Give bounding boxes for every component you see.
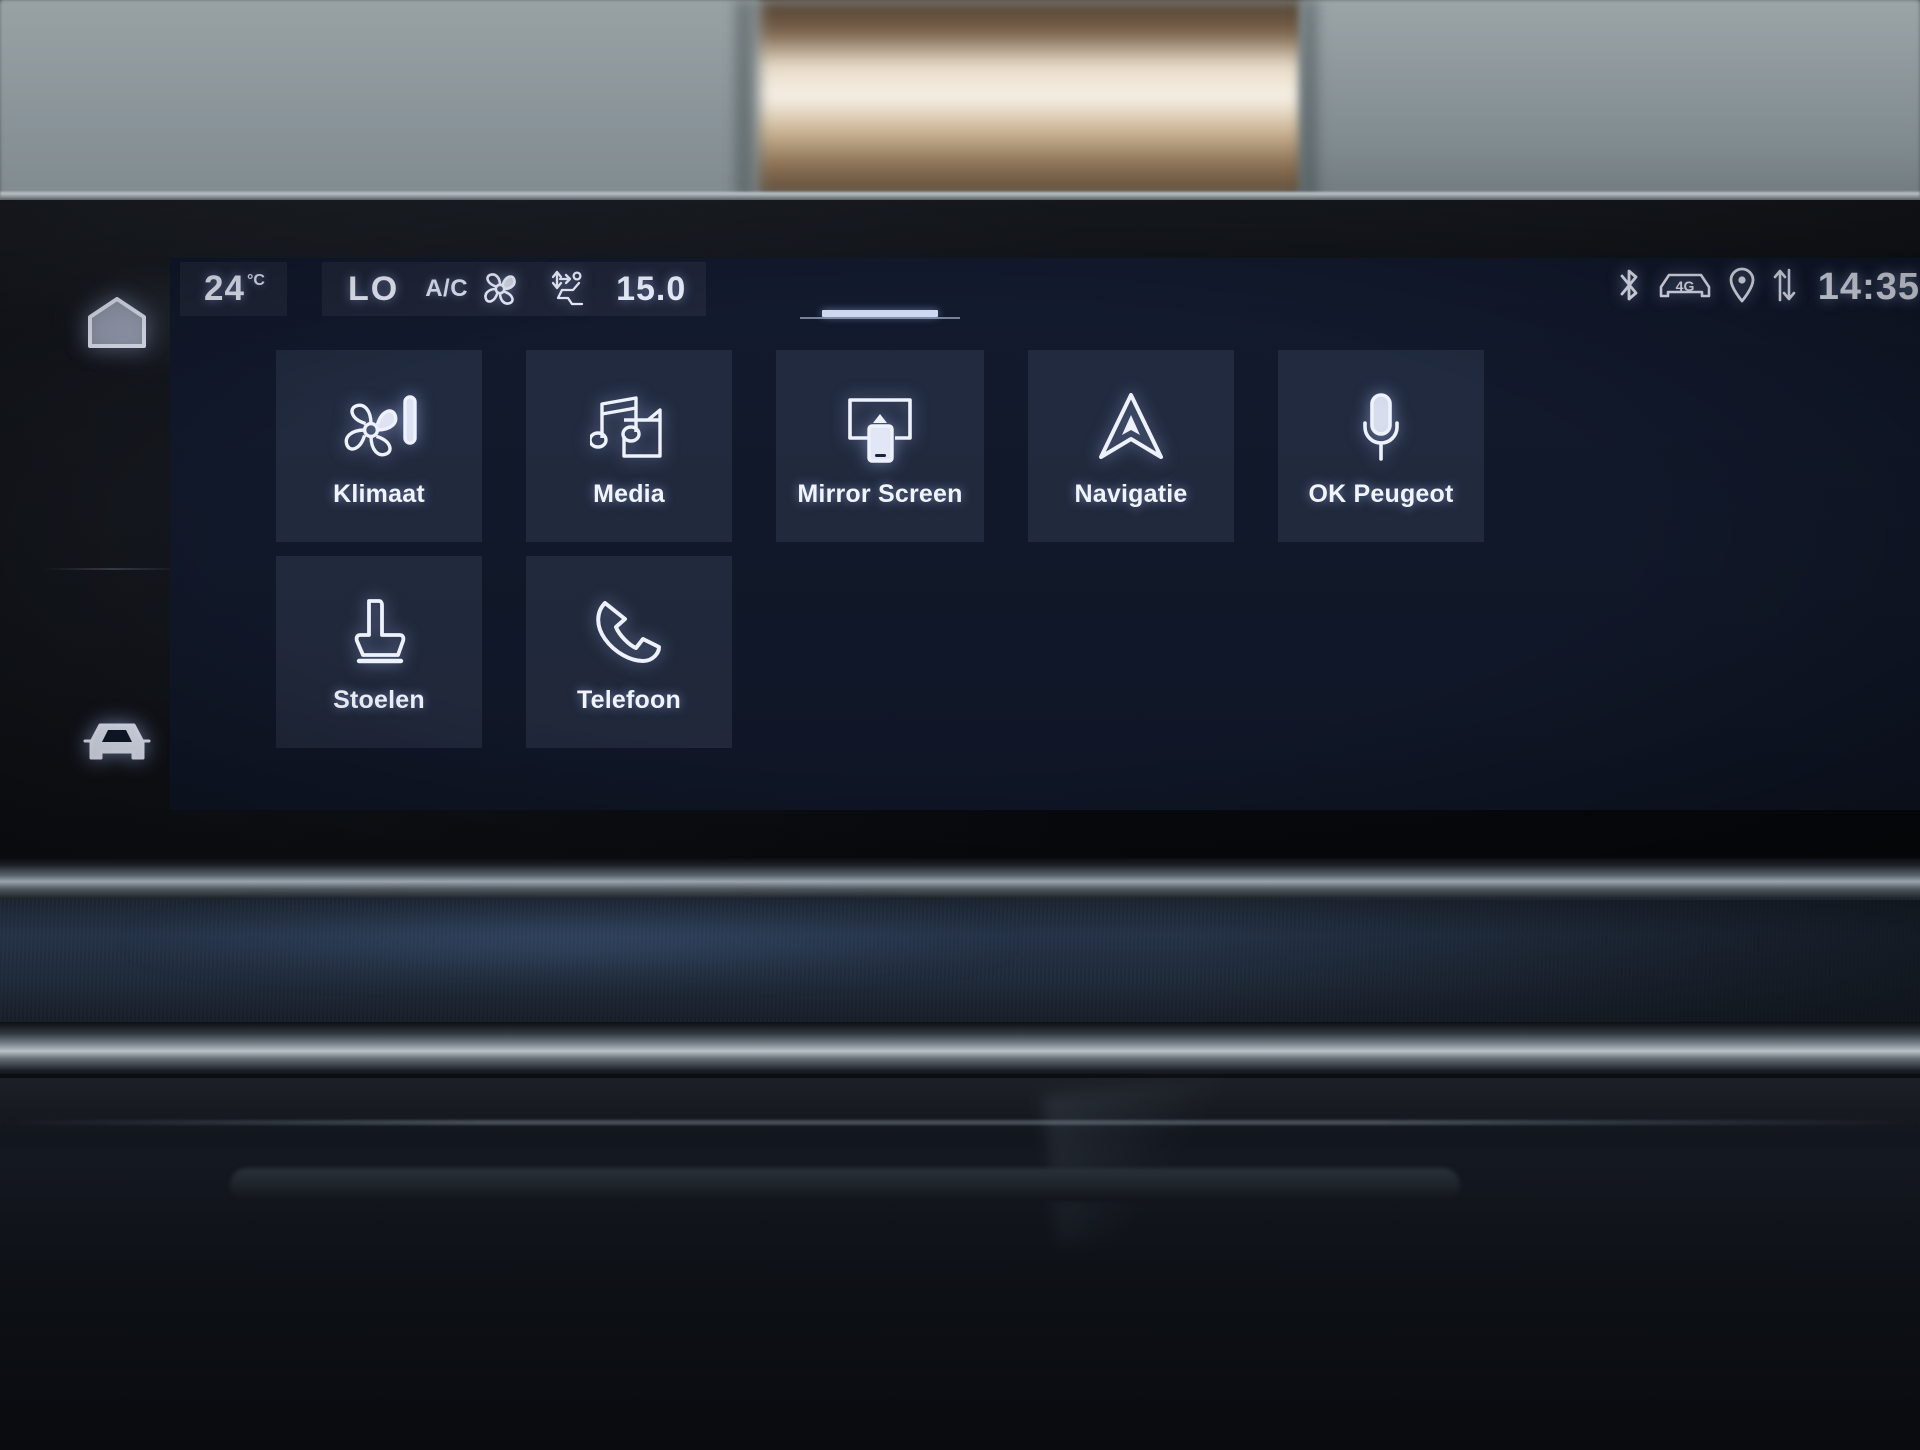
phone-handset-icon (591, 590, 667, 676)
tile-row-1: Klimaat Media Mirror Screen Navigatie OK… (276, 350, 1920, 542)
microphone-icon (1353, 384, 1409, 470)
driver-temperature-value: 24 (204, 269, 245, 308)
climate-control-group[interactable]: LO A/C 15.0 (322, 262, 707, 316)
photo-scene: 24 °C LO A/C 15.0 4G 14:35 Klimaat Media… (0, 0, 1920, 1450)
tile-label: Stoelen (333, 685, 425, 714)
tile-navigatie[interactable]: Navigatie (1028, 350, 1234, 542)
tile-mirror-screen[interactable]: Mirror Screen (776, 350, 984, 542)
rail-vehicle-button[interactable] (74, 700, 160, 786)
background-wall-right (1300, 0, 1920, 205)
tile-klimaat[interactable]: Klimaat (276, 350, 482, 542)
tile-stoelen[interactable]: Stoelen (276, 556, 482, 748)
fan-thermometer-icon (337, 384, 421, 470)
drag-handle[interactable] (800, 310, 960, 320)
system-status-icons: 4G 14:35 (1616, 266, 1920, 309)
seat-icon (343, 590, 415, 676)
airflow-seat-icon[interactable] (546, 268, 590, 310)
ac-label: A/C (425, 275, 469, 302)
tile-telefoon[interactable]: Telefoon (526, 556, 732, 748)
tile-row-2: Stoelen Telefoon (276, 556, 1920, 748)
bluetooth-icon (1616, 266, 1642, 309)
driver-temperature-control[interactable]: 24 °C (180, 262, 287, 316)
drag-handle-line (800, 317, 960, 319)
dash-chrome-trim-lower (0, 1022, 1920, 1078)
screen-mirroring-icon (838, 384, 922, 470)
screen-rail-divider (42, 568, 182, 570)
fan-speed-value: 15.0 (616, 269, 687, 308)
tile-media[interactable]: Media (526, 350, 732, 542)
home-icon (86, 296, 148, 355)
tile-label: Navigatie (1074, 479, 1188, 508)
background-pillar-highlight (760, 0, 1305, 196)
passenger-temperature-value: LO (348, 269, 400, 308)
tile-label: OK Peugeot (1308, 479, 1454, 508)
infotainment-screen: 24 °C LO A/C 15.0 4G 14:35 Klimaat Media… (170, 258, 1920, 810)
driver-temperature-unit: °C (246, 272, 265, 289)
car-icon (83, 718, 151, 769)
clock: 14:35 (1817, 266, 1920, 308)
dash-fabric-shadow (1180, 900, 1920, 1025)
background-wall-left (0, 0, 760, 210)
tile-label: Media (593, 479, 665, 508)
drag-handle-bar (822, 310, 938, 317)
svg-text:4G: 4G (1675, 278, 1694, 294)
tile-label: Klimaat (333, 479, 425, 508)
background-seam-left (735, 0, 753, 200)
status-bar: 24 °C LO A/C 15.0 4G 14:35 (170, 258, 1920, 320)
navigation-arrow-icon (1095, 384, 1167, 470)
music-note-icon (590, 384, 668, 470)
center-console-sheen (0, 1078, 1920, 1138)
tile-label: Telefoon (577, 685, 681, 714)
dash-chrome-trim (0, 858, 1920, 900)
rail-home-button[interactable] (74, 282, 160, 368)
car-4g-icon: 4G (1658, 268, 1712, 307)
tile-ok-peugeot[interactable]: OK Peugeot (1278, 350, 1484, 542)
center-console-chrome-strip (0, 1120, 1920, 1125)
fan-icon[interactable] (480, 269, 520, 309)
up-down-arrows-icon (1772, 266, 1796, 309)
home-tile-grid: Klimaat Media Mirror Screen Navigatie OK… (276, 350, 1920, 762)
location-pin-icon (1728, 266, 1756, 309)
background-seam-right (1300, 0, 1318, 200)
dash-fabric-highlight (120, 906, 1020, 976)
center-console-highlight (1042, 1076, 1248, 1246)
center-console-vent (230, 1168, 1460, 1202)
tile-label: Mirror Screen (797, 479, 963, 508)
